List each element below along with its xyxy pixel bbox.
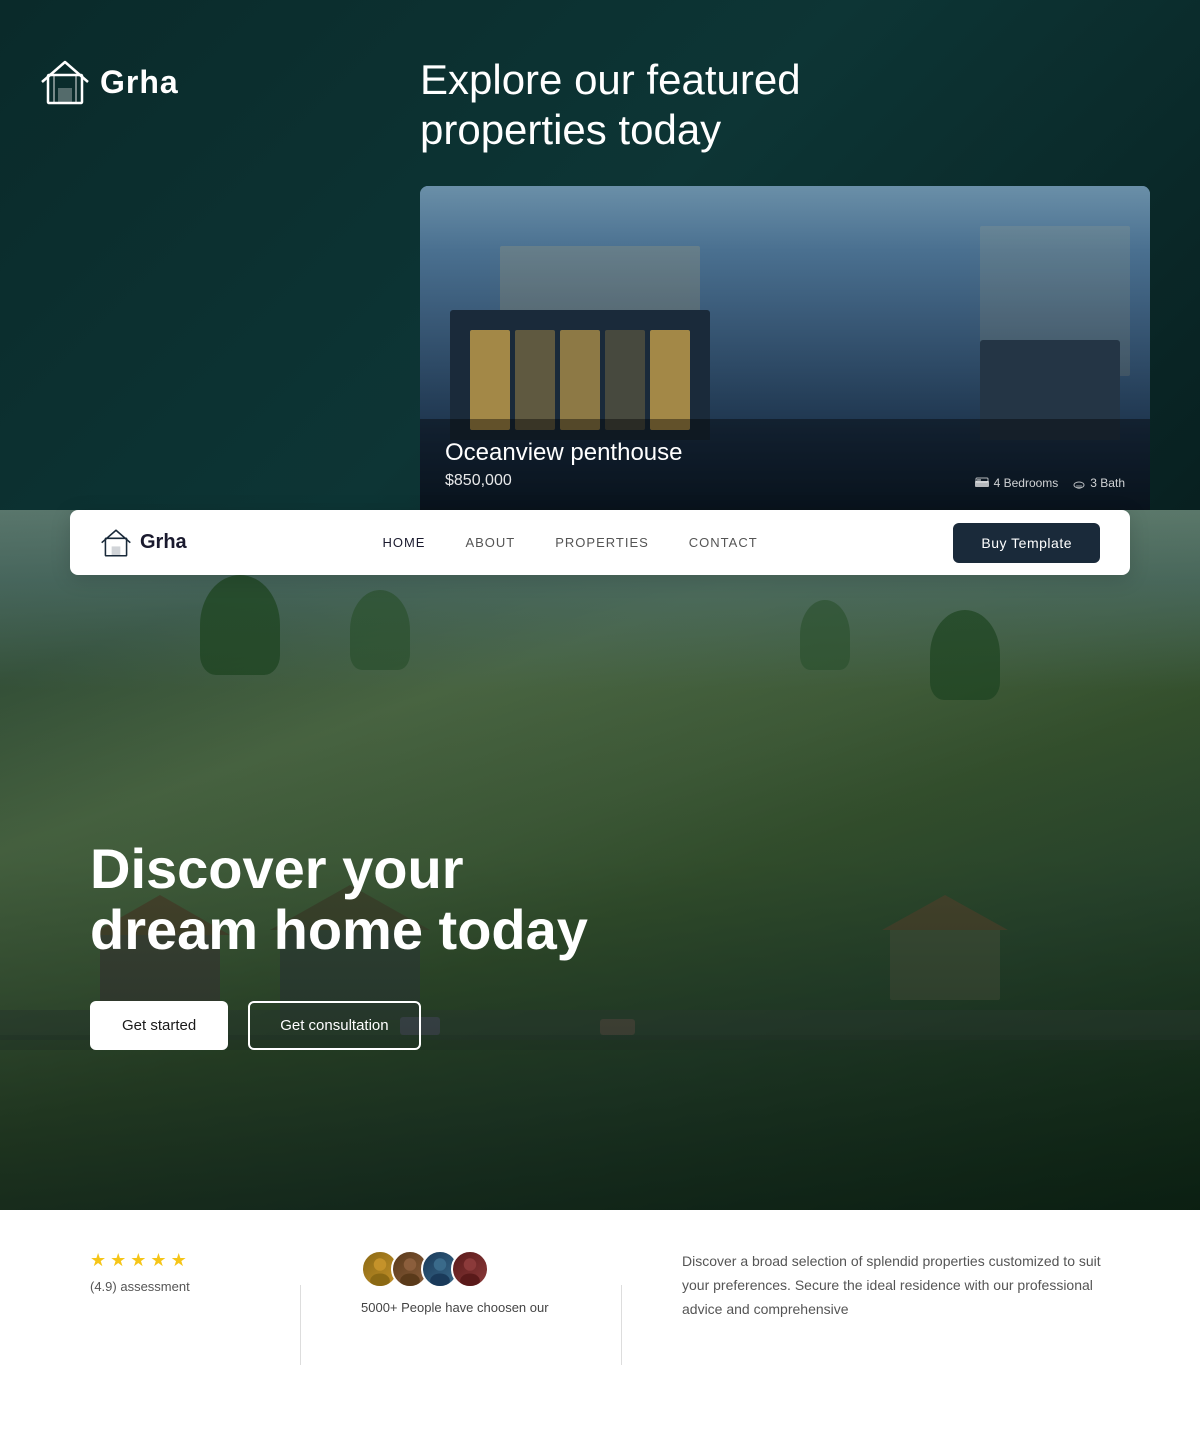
star-5: ★ [171, 1250, 187, 1271]
avatar-row [361, 1250, 561, 1288]
property-text: Oceanview penthouse $850,000 [445, 439, 683, 490]
nav-link-about[interactable]: ABOUT [465, 535, 515, 550]
nav-link-properties[interactable]: PROPERTIES [555, 535, 649, 550]
rating-label: (4.9) assessment [90, 1279, 240, 1294]
bedrooms-detail: 4 Bedrooms [975, 476, 1059, 490]
property-details: 4 Bedrooms 3 Bath [975, 476, 1125, 490]
bath-icon [1073, 477, 1085, 489]
bed-icon [975, 477, 989, 489]
bottom-section: ★ ★ ★ ★ ★ (4.9) assessment [0, 1210, 1200, 1440]
get-started-button[interactable]: Get started [90, 1001, 228, 1050]
divider-2 [621, 1285, 622, 1365]
property-price: $850,000 [445, 472, 683, 490]
nav-logo-icon [100, 529, 132, 557]
property-info-bar: Oceanview penthouse $850,000 4 Bedrooms [420, 419, 1150, 510]
nav-links: HOME ABOUT PROPERTIES CONTACT [382, 535, 757, 550]
nav-link-home[interactable]: HOME [382, 535, 425, 550]
get-consultation-button[interactable]: Get consultation [248, 1001, 420, 1050]
top-logo-icon [40, 60, 90, 105]
nav-logo-text: Grha [140, 531, 187, 554]
property-name: Oceanview penthouse [445, 439, 683, 467]
hero-content: Discover your dream home today Get start… [90, 838, 1110, 1050]
featured-heading: Explore our featured properties today [420, 55, 1150, 156]
star-2: ★ [110, 1250, 126, 1271]
nav-link-contact[interactable]: CONTACT [689, 535, 758, 550]
top-right-panel: Explore our featured properties today [370, 0, 1200, 510]
avatar-4 [451, 1250, 489, 1288]
divider-1 [300, 1285, 301, 1365]
top-logo[interactable]: Grha [40, 60, 330, 105]
avatar-4-face [453, 1250, 487, 1288]
description-block: Discover a broad selection of splendid p… [682, 1250, 1110, 1321]
star-3: ★ [130, 1250, 146, 1271]
navbar: Grha HOME ABOUT PROPERTIES CONTACT Buy T… [70, 510, 1130, 575]
description-text: Discover a broad selection of splendid p… [682, 1250, 1110, 1321]
buy-template-button[interactable]: Buy Template [953, 523, 1100, 563]
star-1: ★ [90, 1250, 106, 1271]
users-block: 5000+ People have choosen our [361, 1250, 561, 1315]
star-rating: ★ ★ ★ ★ ★ [90, 1250, 240, 1271]
top-section: Grha Explore our featured properties tod… [0, 0, 1200, 510]
star-4: ★ [150, 1250, 166, 1271]
rating-block: ★ ★ ★ ★ ★ (4.9) assessment [90, 1250, 240, 1294]
property-card-preview: Oceanview penthouse $850,000 4 Bedrooms [420, 186, 1150, 510]
hero-title: Discover your dream home today [90, 838, 1110, 961]
top-left-panel: Grha [0, 0, 370, 510]
top-logo-text: Grha [100, 64, 179, 101]
hero-section: Discover your dream home today Get start… [0, 510, 1200, 1210]
nav-logo[interactable]: Grha [100, 529, 187, 557]
users-count-text: 5000+ People have choosen our [361, 1300, 561, 1315]
hero-buttons: Get started Get consultation [90, 1001, 1110, 1050]
bathrooms-detail: 3 Bath [1073, 476, 1125, 490]
